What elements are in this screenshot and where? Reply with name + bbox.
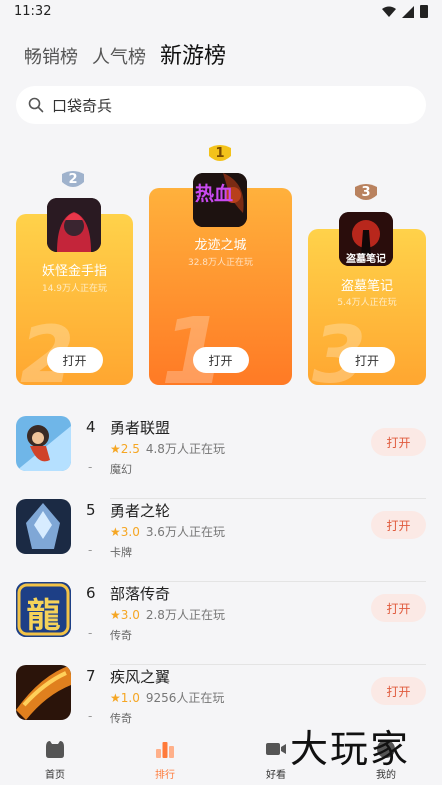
open-button[interactable]: 打开 bbox=[371, 594, 426, 622]
nav-label: 首页 bbox=[45, 770, 65, 781]
game-name: 部落传奇 bbox=[110, 585, 171, 603]
open-button[interactable]: 打开 bbox=[371, 428, 426, 456]
game-icon-jifeng-zhiyi bbox=[16, 665, 71, 720]
star-icon: ★ bbox=[110, 690, 121, 705]
rating-score: 3.0 bbox=[120, 607, 140, 622]
podium-rank-number: 1 bbox=[215, 146, 225, 161]
open-button[interactable]: 打开 bbox=[192, 347, 249, 373]
tab-popular[interactable]: 人气榜 bbox=[92, 43, 146, 69]
game-name: 勇者之轮 bbox=[110, 502, 171, 520]
rating: ★3.0 bbox=[110, 608, 140, 622]
status-time: 11:32 bbox=[14, 4, 52, 19]
rating-score: 3.0 bbox=[120, 524, 140, 539]
search-icon bbox=[28, 97, 44, 113]
home-icon bbox=[46, 741, 64, 758]
players-count: 3.6万人正在玩 bbox=[145, 525, 225, 539]
game-icon-longji[interactable]: 热血 bbox=[193, 173, 247, 227]
game-art bbox=[47, 198, 101, 252]
game-icon-daomu[interactable]: 盗墓笔记 bbox=[339, 212, 393, 266]
battery-icon bbox=[420, 5, 428, 18]
rating: ★2.5 bbox=[110, 442, 140, 456]
genre-tag: 魔幻 bbox=[110, 463, 132, 476]
search-bar[interactable]: 口袋奇兵 bbox=[16, 86, 426, 124]
video-icon bbox=[266, 743, 286, 755]
podium-game-name: 妖怪金手指 bbox=[41, 264, 107, 279]
rank-change: - bbox=[88, 543, 93, 557]
open-button[interactable]: 打开 bbox=[339, 347, 395, 373]
genre-tag: 传奇 bbox=[110, 712, 132, 725]
game-art bbox=[16, 499, 71, 554]
podium-players: 32.8万人正在玩 bbox=[187, 258, 254, 268]
game-meta: ★3.0 3.6万人正在玩 bbox=[110, 523, 225, 540]
podium-players: 5.4万人正在玩 bbox=[337, 298, 397, 308]
list-item[interactable]: 4 - 勇者联盟 ★2.5 4.8万人正在玩 魔幻 打开 bbox=[0, 416, 442, 499]
podium-rank-number: 3 bbox=[361, 185, 371, 200]
tab-bestseller[interactable]: 畅销榜 bbox=[24, 43, 78, 69]
game-icon-yongzhe-zhilun bbox=[16, 499, 71, 554]
rank-number: 4 bbox=[86, 418, 96, 436]
list-item[interactable]: 龍 6 - 部落传奇 ★3.0 2.8万人正在玩 传奇 打开 bbox=[0, 582, 442, 665]
ranking-icon bbox=[156, 742, 174, 758]
podium-game-name: 龙迹之城 bbox=[194, 238, 247, 253]
podium-game-name: 盗墓笔记 bbox=[340, 279, 393, 294]
star-icon: ★ bbox=[110, 607, 121, 622]
rank-number: 6 bbox=[86, 584, 96, 602]
rank-change: - bbox=[88, 626, 93, 640]
status-icons bbox=[382, 5, 428, 18]
rank-change: - bbox=[88, 709, 93, 723]
nav-home[interactable]: 首页 bbox=[25, 739, 85, 781]
watermark: 大玩家 bbox=[290, 727, 411, 771]
game-icon-text: 热血 bbox=[195, 183, 234, 205]
podium-players: 14.9万人正在玩 bbox=[41, 284, 108, 294]
open-button[interactable]: 打开 bbox=[371, 511, 426, 539]
game-name: 疾风之翼 bbox=[110, 668, 171, 686]
game-icon-text: 盗墓笔记 bbox=[346, 254, 386, 265]
open-button[interactable]: 打开 bbox=[371, 677, 426, 705]
nav-ranking[interactable]: 排行 bbox=[135, 739, 195, 781]
podium-rank-badge: 1 bbox=[207, 142, 233, 166]
search-input[interactable]: 口袋奇兵 bbox=[52, 95, 112, 116]
players-count: 9256人正在玩 bbox=[145, 691, 225, 705]
rank-number: 5 bbox=[86, 501, 96, 519]
genre-tag: 卡牌 bbox=[110, 546, 132, 559]
wifi-icon bbox=[382, 6, 396, 17]
signal-icon bbox=[402, 5, 414, 18]
genre-tag: 传奇 bbox=[110, 629, 132, 642]
rank-change: - bbox=[88, 460, 93, 474]
ranking-tabs: 畅销榜 人气榜 新游榜 bbox=[24, 38, 226, 70]
game-art bbox=[16, 665, 71, 720]
rating: ★1.0 bbox=[110, 691, 140, 705]
game-name: 勇者联盟 bbox=[110, 419, 171, 437]
game-icon-yaoguai[interactable] bbox=[47, 198, 101, 252]
game-icon-text: 龍 bbox=[26, 596, 61, 636]
game-icon-yongzhe-lianmeng bbox=[16, 416, 71, 471]
game-art bbox=[16, 416, 71, 471]
podium-rank-badge: 3 bbox=[353, 181, 379, 205]
podium-rank-badge: 2 bbox=[60, 168, 86, 192]
game-meta: ★1.0 9256人正在玩 bbox=[110, 689, 224, 706]
game-meta: ★3.0 2.8万人正在玩 bbox=[110, 606, 225, 623]
rank-number: 7 bbox=[86, 667, 96, 685]
nav-label: 排行 bbox=[155, 770, 175, 781]
star-icon: ★ bbox=[110, 524, 121, 539]
players-count: 2.8万人正在玩 bbox=[145, 608, 225, 622]
list-item[interactable]: 5 - 勇者之轮 ★3.0 3.6万人正在玩 卡牌 打开 bbox=[0, 499, 442, 582]
podium-rank-number: 2 bbox=[68, 172, 78, 187]
open-button[interactable]: 打开 bbox=[46, 347, 103, 373]
tab-new-games[interactable]: 新游榜 bbox=[160, 38, 226, 70]
game-meta: ★2.5 4.8万人正在玩 bbox=[110, 440, 225, 457]
rating-score: 1.0 bbox=[120, 690, 140, 705]
rating: ★3.0 bbox=[110, 525, 140, 539]
players-count: 4.8万人正在玩 bbox=[145, 442, 225, 456]
star-icon: ★ bbox=[110, 441, 121, 456]
status-bar: 11:32 bbox=[0, 0, 442, 24]
game-icon-buluo-chuanqi: 龍 bbox=[16, 582, 71, 637]
rating-score: 2.5 bbox=[120, 441, 140, 456]
